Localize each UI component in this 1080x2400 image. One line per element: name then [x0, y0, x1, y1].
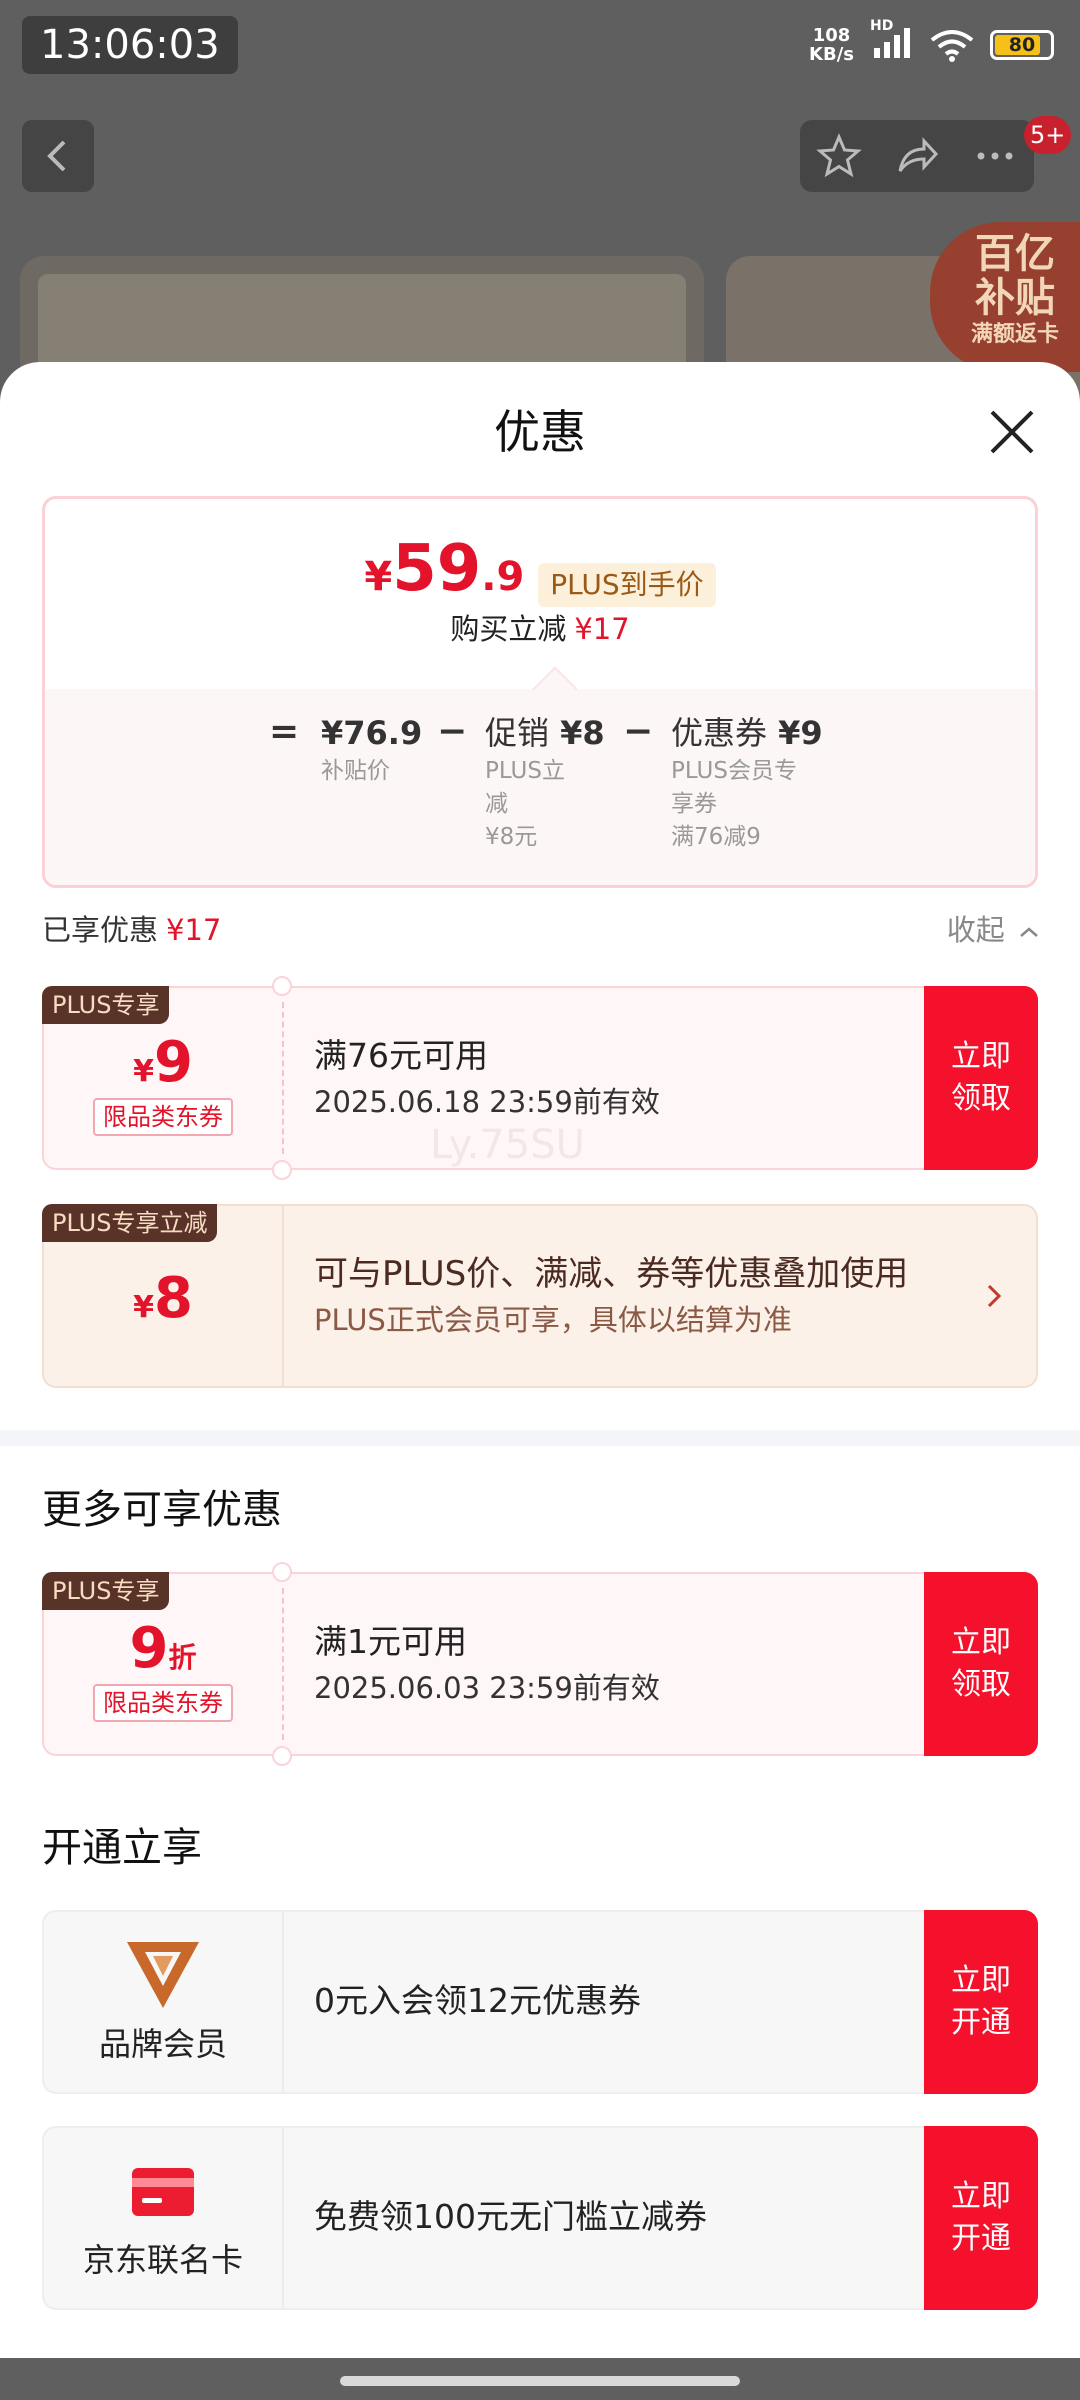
claim-coupon-button[interactable]: 立即 领取	[924, 1572, 1038, 1756]
final-price-line: ¥59.9 PLUS到手价	[45, 537, 1035, 617]
price-breakdown-card: ¥59.9 PLUS到手价 购买立减 ¥17 = ¥76.9 补贴价 − 促销 ¥…	[42, 496, 1038, 888]
close-button[interactable]	[980, 400, 1044, 464]
plus-badge: PLUS专享	[42, 986, 170, 1024]
network-speed: 108 KB/s	[809, 25, 854, 65]
discount-subtitle: PLUS正式会员可享，具体以结算为准	[314, 1303, 792, 1337]
wifi-icon	[930, 30, 974, 62]
coupon-condition: 满1元可用	[314, 1622, 467, 1661]
subsidy-price: ¥76.9 补贴价	[321, 714, 423, 784]
star-icon[interactable]	[816, 133, 862, 179]
coupon-type: 限品类东券	[93, 1684, 233, 1722]
plus-badge: PLUS专享	[42, 1572, 170, 1610]
reduce-line: 购买立减 ¥17	[450, 612, 630, 646]
chevron-left-icon	[47, 140, 66, 172]
chevron-right-icon	[987, 1284, 1002, 1308]
discount-sheet: 优惠 ¥59.9 PLUS到手价 购买立减 ¥17 = ¥76.9 补贴价 − 促…	[0, 362, 1080, 2358]
minus-sign: −	[437, 711, 468, 752]
brand-member-offer: 0元入会领12元优惠券	[314, 1981, 641, 2020]
final-price: ¥59.9	[364, 532, 525, 606]
close-icon	[990, 410, 1034, 454]
plus-coupon-card: PLUS专享 ¥9 限品类东券 满76元可用 2025.06.18 23:59前…	[42, 976, 1038, 1180]
brand-member-label: 品牌会员	[98, 2025, 227, 2063]
coupon-discount: 优惠券 ¥9 PLUS会员专 享券 满76减9	[671, 714, 823, 850]
more-icon[interactable]	[972, 133, 1018, 179]
brand-member-card: 品牌会员 0元入会领12元优惠券 立即 开通	[42, 1910, 1038, 2094]
open-brand-member-button[interactable]: 立即 开通	[924, 1910, 1038, 2094]
claim-coupon-button[interactable]: 立即 领取	[924, 986, 1038, 1170]
share-icon[interactable]	[894, 133, 940, 179]
coupon-condition: 满76元可用	[314, 1036, 488, 1075]
back-button[interactable]	[22, 120, 94, 192]
open-cobrand-card-button[interactable]: 立即 开通	[924, 2126, 1038, 2310]
more-discounts-title: 更多可享优惠	[42, 1487, 282, 1533]
coupon-expiry: 2025.06.18 23:59前有效	[314, 1085, 660, 1119]
section-divider	[0, 1430, 1080, 1446]
discount-title: 可与PLUS价、满减、券等优惠叠加使用	[314, 1254, 909, 1294]
signal-icon: HD	[870, 18, 914, 64]
sheet-title: 优惠	[494, 405, 586, 459]
discount-amount: ¥8	[133, 1266, 193, 1331]
coupon-type: 限品类东券	[93, 1098, 233, 1136]
cobrand-card-label: 京东联名卡	[82, 2241, 243, 2279]
subsidy-promo: 百亿 补贴 满额返卡	[930, 222, 1080, 372]
top-actions	[800, 120, 1034, 192]
status-icons: 108 KB/s HD 80	[809, 18, 1054, 65]
message-badge: 5+	[1024, 116, 1072, 154]
equals-sign: =	[269, 711, 300, 752]
brand-member-logo-icon	[127, 1942, 199, 2008]
open-enjoy-title: 开通立享	[42, 1825, 202, 1871]
coupon-amount: 9折	[129, 1616, 197, 1681]
chevron-up-icon	[1020, 927, 1038, 937]
status-time: 13:06:03	[22, 16, 238, 74]
home-indicator[interactable]	[340, 2376, 740, 2386]
coupon-amount: ¥9	[133, 1030, 193, 1095]
minus-sign: −	[623, 711, 654, 752]
plus-instant-discount-card[interactable]: PLUS专享立减 ¥8 可与PLUS价、满减、券等优惠叠加使用 PLUS正式会员…	[42, 1204, 1038, 1388]
cobrand-card-offer: 免费领100元无门槛立减券	[314, 2197, 707, 2236]
credit-card-icon	[132, 2168, 194, 2216]
promo-discount: 促销 ¥8 PLUS立 减 ¥8元	[485, 714, 605, 850]
coupon-expiry: 2025.06.03 23:59前有效	[314, 1671, 660, 1705]
enjoyed-discount: 已享优惠 ¥17	[42, 913, 222, 947]
plus-price-tag: PLUS到手价	[538, 563, 716, 607]
plus-badge: PLUS专享立减	[42, 1204, 218, 1242]
jd-cobrand-card: 京东联名卡 免费领100元无门槛立减券 立即 开通	[42, 2126, 1038, 2310]
collapse-toggle[interactable]: 收起	[947, 910, 1040, 950]
battery-icon: 80	[990, 30, 1054, 60]
gesture-bar	[0, 2358, 1080, 2400]
status-bar: 13:06:03 108 KB/s HD 80	[0, 0, 1080, 96]
discount-coupon-card: PLUS专享 9折 限品类东券 满1元可用 2025.06.03 23:59前有…	[42, 1562, 1038, 1766]
